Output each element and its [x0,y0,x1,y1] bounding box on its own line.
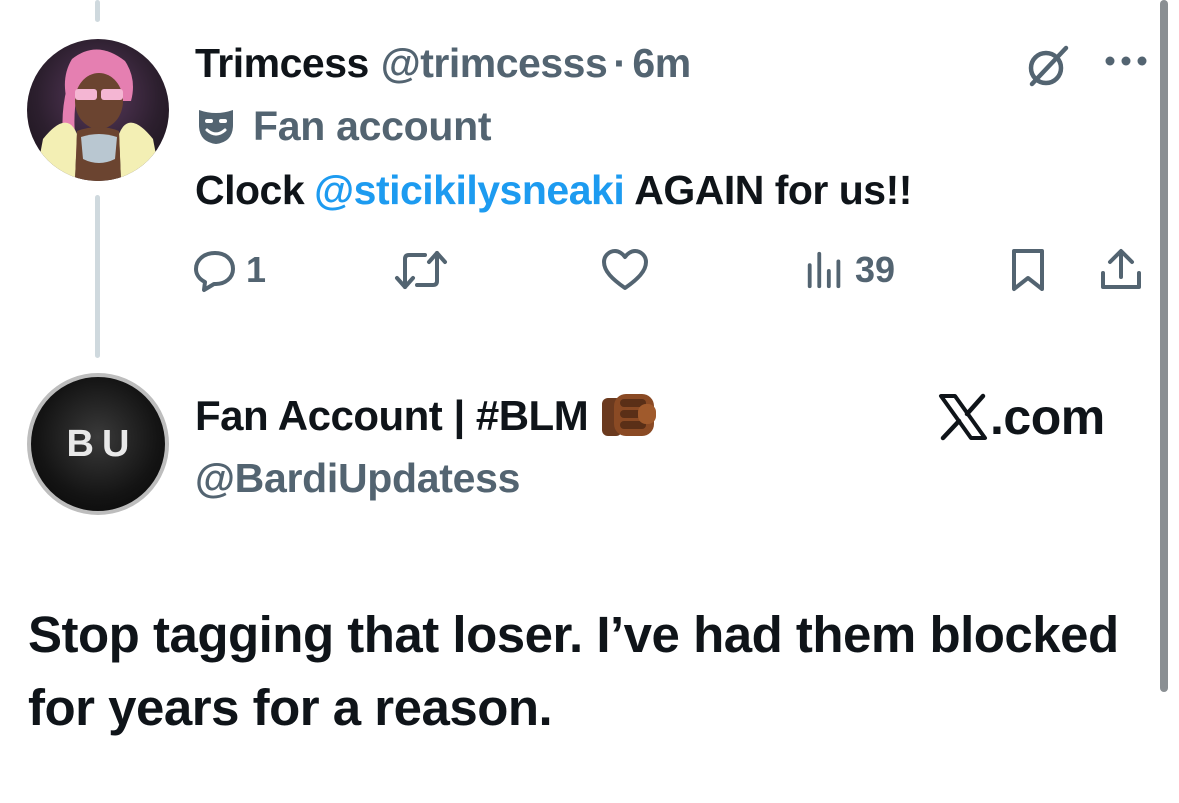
quoted-tweet-text: Stop tagging that loser. I’ve had them b… [28,606,1119,736]
thread-connector-top [95,0,100,22]
reply-button[interactable]: 1 [192,244,266,296]
tweet-screenshot: Trimcess @trimcesss · 6m Fan account Clo… [0,0,1179,803]
site-watermark: .com [938,388,1105,446]
mention-link[interactable]: @sticikilysneaki [314,167,625,214]
tweet-text-start: Clock [195,167,305,213]
bookmark-icon [1012,249,1044,291]
site-label: .com [990,389,1105,445]
analytics-icon [807,251,841,289]
reply-count: 1 [246,249,267,290]
author-handle[interactable]: @trimcesss [381,40,608,87]
account-label: Fan account [253,102,492,149]
account-label-row: Fan account [195,100,491,152]
tweet-text: Clock @sticikilysneaki AGAIN for us!! [195,163,912,218]
author-handle[interactable]: @BardiUpdatess [195,451,520,505]
author-name[interactable]: Trimcess [195,40,369,87]
quoted-author-row: Fan Account | #BLM [195,389,662,443]
avatar[interactable] [27,39,169,181]
x-logo-icon [939,393,987,441]
retweet-icon [395,251,447,289]
more-options-icon[interactable] [1104,54,1148,68]
share-button[interactable] [1098,244,1144,296]
timestamp[interactable]: 6m [632,40,691,87]
views-button[interactable]: 39 [803,244,895,296]
avatar[interactable]: BU [27,373,169,515]
separator-dot: · [613,39,627,86]
author-name[interactable]: Fan Account | #BLM [195,392,589,440]
avatar-image [35,49,161,181]
grok-icon[interactable] [1022,42,1072,92]
theater-mask-icon [199,110,233,144]
avatar-text: BU [66,422,138,465]
tweet-header: Trimcess @trimcesss · 6m [195,38,691,88]
like-button[interactable] [600,244,658,296]
share-icon [1101,249,1141,289]
scrollbar[interactable] [1160,0,1168,692]
thread-connector-bottom [95,195,100,358]
oncoming-fist-icon [602,394,657,436]
reply-icon [194,251,235,292]
bookmark-button[interactable] [1005,244,1051,296]
views-count: 39 [855,249,896,290]
retweet-button[interactable] [393,244,457,296]
heart-icon [602,249,648,290]
tweet-text-end: AGAIN for us!! [634,167,912,213]
